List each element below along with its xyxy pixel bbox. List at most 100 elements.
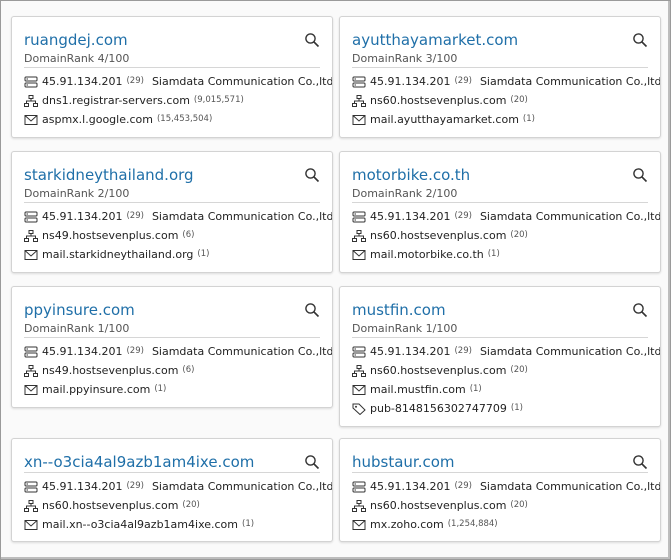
- domain-link[interactable]: ppyinsure.com: [24, 301, 135, 319]
- nameserver[interactable]: ns60.hostsevenplus.com: [370, 496, 506, 515]
- server-icon: [24, 211, 38, 222]
- domain-link[interactable]: motorbike.co.th: [352, 166, 470, 184]
- domain-card: hubstaur.com 45.91.134.201 (29) Siamdata…: [339, 438, 661, 542]
- envelope-icon: [352, 249, 366, 260]
- nameserver[interactable]: ns49.hostsevenplus.com: [42, 361, 178, 380]
- ip-address[interactable]: 45.91.134.201: [370, 342, 450, 361]
- search-icon[interactable]: [632, 302, 648, 318]
- ip-address[interactable]: 45.91.134.201: [370, 207, 450, 226]
- ip-address[interactable]: 45.91.134.201: [42, 342, 122, 361]
- card-header: ppyinsure.com DomainRank 1/100: [24, 287, 320, 338]
- search-icon[interactable]: [632, 167, 648, 183]
- ip-address[interactable]: 45.91.134.201: [370, 72, 450, 91]
- mail-server[interactable]: mx.zoho.com: [370, 515, 444, 534]
- nameserver[interactable]: dns1.registrar-servers.com: [42, 91, 190, 110]
- nameserver[interactable]: ns60.hostsevenplus.com: [370, 91, 506, 110]
- ip-row: 45.91.134.201 (29) Siamdata Communicatio…: [24, 477, 332, 496]
- domain-card: ppyinsure.com DomainRank 1/100 45.91.134…: [11, 286, 333, 408]
- hosting-org[interactable]: Siamdata Communication Co.,ltd.: [152, 477, 332, 496]
- envelope-icon: [24, 384, 38, 395]
- ns-row: ns60.hostsevenplus.com (20): [24, 496, 320, 515]
- envelope-icon: [24, 519, 38, 530]
- mx-count: (1): [487, 249, 500, 259]
- ip-address[interactable]: 45.91.134.201: [370, 477, 450, 496]
- mail-server[interactable]: mail.motorbike.co.th: [370, 245, 484, 264]
- card-details: 45.91.134.201 (29) Siamdata Communicatio…: [24, 68, 332, 129]
- search-icon[interactable]: [304, 454, 320, 470]
- ip-row: 45.91.134.201 (29) Siamdata Communicatio…: [24, 207, 332, 226]
- nameserver[interactable]: ns60.hostsevenplus.com: [42, 496, 178, 515]
- search-icon[interactable]: [304, 167, 320, 183]
- domain-rank: DomainRank 1/100: [24, 322, 130, 335]
- nameserver[interactable]: ns60.hostsevenplus.com: [370, 361, 506, 380]
- nameserver[interactable]: ns49.hostsevenplus.com: [42, 226, 178, 245]
- domain-card: ayutthayamarket.com DomainRank 3/100 45.…: [339, 16, 661, 138]
- mx-count: (1): [242, 519, 255, 529]
- adsense-id[interactable]: pub-8148156302747709: [370, 399, 507, 418]
- ns-count: (20): [182, 500, 200, 510]
- hosting-org[interactable]: Siamdata Communication Co.,ltd.: [152, 207, 332, 226]
- mail-server[interactable]: aspmx.l.google.com: [42, 110, 153, 129]
- mx-row: aspmx.l.google.com (15,453,504): [24, 110, 320, 129]
- mx-row: mail.motorbike.co.th (1): [352, 245, 648, 264]
- mx-row: mail.ppyinsure.com (1): [24, 380, 320, 399]
- search-icon[interactable]: [632, 454, 648, 470]
- search-icon[interactable]: [632, 32, 648, 48]
- mx-row: mail.starkidneythailand.org (1): [24, 245, 320, 264]
- ip-count: (29): [126, 211, 144, 221]
- card-header: mustfin.com DomainRank 1/100: [352, 287, 648, 338]
- card-header: ruangdej.com DomainRank 4/100: [24, 17, 320, 68]
- ns-row: ns60.hostsevenplus.com (20): [352, 91, 648, 110]
- domain-link[interactable]: ruangdej.com: [24, 31, 128, 49]
- hosting-org[interactable]: Siamdata Communication Co.,ltd.: [152, 72, 332, 91]
- hosting-org[interactable]: Siamdata Communication Co.,ltd.: [152, 342, 332, 361]
- ip-address[interactable]: 45.91.134.201: [42, 477, 122, 496]
- card-details: 45.91.134.201 (29) Siamdata Communicatio…: [352, 338, 660, 418]
- card-details: 45.91.134.201 (29) Siamdata Communicatio…: [24, 473, 332, 534]
- hosting-org[interactable]: Siamdata Communication Co.,ltd.: [480, 477, 660, 496]
- hosting-org[interactable]: Siamdata Communication Co.,ltd.: [480, 72, 660, 91]
- sitemap-icon: [352, 229, 366, 242]
- mail-server[interactable]: mail.mustfin.com: [370, 380, 466, 399]
- hosting-org[interactable]: Siamdata Communication Co.,ltd.: [480, 207, 660, 226]
- card-header: starkidneythailand.org DomainRank 2/100: [24, 152, 320, 203]
- ip-row: 45.91.134.201 (29) Siamdata Communicatio…: [24, 342, 332, 361]
- mail-server[interactable]: mail.ppyinsure.com: [42, 380, 150, 399]
- search-icon[interactable]: [304, 302, 320, 318]
- ip-count: (29): [454, 76, 472, 86]
- ip-address[interactable]: 45.91.134.201: [42, 72, 122, 91]
- mail-server[interactable]: mail.ayutthayamarket.com: [370, 110, 519, 129]
- envelope-icon: [24, 114, 38, 125]
- ip-count: (29): [454, 211, 472, 221]
- mx-row: mail.xn--o3cia4al9azb1am4ixe.com (1): [24, 515, 320, 534]
- domain-card: motorbike.co.th DomainRank 2/100 45.91.1…: [339, 151, 661, 273]
- ip-address[interactable]: 45.91.134.201: [42, 207, 122, 226]
- card-header: ayutthayamarket.com DomainRank 3/100: [352, 17, 648, 68]
- pub-count: (1): [510, 403, 523, 413]
- domain-card: mustfin.com DomainRank 1/100 45.91.134.2…: [339, 286, 661, 427]
- nameserver[interactable]: ns60.hostsevenplus.com: [370, 226, 506, 245]
- envelope-icon: [24, 249, 38, 260]
- mail-server[interactable]: mail.xn--o3cia4al9azb1am4ixe.com: [42, 515, 238, 534]
- ip-row: 45.91.134.201 (29) Siamdata Communicatio…: [24, 72, 332, 91]
- domain-rank: DomainRank 4/100: [24, 52, 130, 65]
- hosting-org[interactable]: Siamdata Communication Co.,ltd.: [480, 342, 660, 361]
- search-icon[interactable]: [304, 32, 320, 48]
- server-icon: [24, 346, 38, 357]
- pub-row: pub-8148156302747709 (1): [352, 399, 648, 418]
- domain-rank: DomainRank 3/100: [352, 52, 458, 65]
- ip-count: (29): [126, 346, 144, 356]
- server-icon: [24, 76, 38, 87]
- domain-link[interactable]: xn--o3cia4al9azb1am4ixe.com: [24, 453, 254, 471]
- domain-link[interactable]: ayutthayamarket.com: [352, 31, 518, 49]
- domain-link[interactable]: mustfin.com: [352, 301, 446, 319]
- mx-row: mail.mustfin.com (1): [352, 380, 648, 399]
- sitemap-icon: [24, 229, 38, 242]
- domain-card: starkidneythailand.org DomainRank 2/100 …: [11, 151, 333, 273]
- card-header: hubstaur.com: [352, 439, 648, 473]
- mail-server[interactable]: mail.starkidneythailand.org: [42, 245, 193, 264]
- results-panel: ruangdej.com DomainRank 4/100 45.91.134.…: [0, 0, 671, 560]
- domain-link[interactable]: hubstaur.com: [352, 453, 455, 471]
- domain-link[interactable]: starkidneythailand.org: [24, 166, 194, 184]
- card-details: 45.91.134.201 (29) Siamdata Communicatio…: [24, 203, 332, 264]
